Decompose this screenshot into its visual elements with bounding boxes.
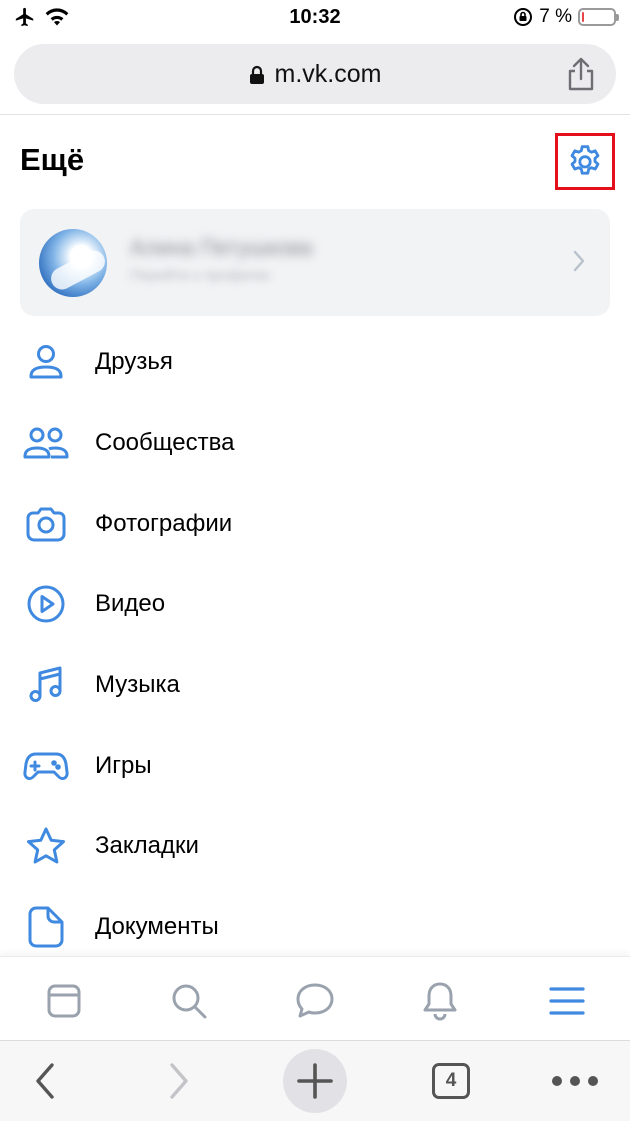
menu-item-friends[interactable]: Друзья — [0, 322, 630, 403]
menu-item-label: Сообщества — [95, 429, 235, 457]
gamepad-icon — [22, 742, 70, 790]
battery-fill — [582, 12, 584, 22]
share-icon — [568, 57, 594, 91]
profile-card[interactable]: Алина Петушкова Перейти к профилю — [20, 209, 610, 316]
user-icon — [22, 338, 70, 386]
page-title: Ещё — [20, 142, 85, 177]
menu-item-bookmarks[interactable]: Закладки — [0, 806, 630, 887]
profile-subtitle: Перейти к профилю — [130, 267, 270, 284]
menu-item-label: Фотографии — [95, 509, 233, 537]
browser-toolbar: 4 — [0, 1040, 630, 1121]
music-note-icon — [22, 661, 70, 709]
bell-icon — [423, 982, 457, 1021]
menu-item-label: Музыка — [95, 671, 180, 699]
orientation-lock-icon — [514, 8, 533, 26]
tab-bar — [0, 956, 630, 1040]
status-bar: 10:32 7 % — [0, 0, 630, 36]
search-icon — [172, 984, 207, 1019]
menu-list: Друзья Сообщества Фотографии Видео Музык… — [0, 322, 630, 968]
chat-bubble-icon — [296, 983, 334, 1018]
address-bar[interactable]: m.vk.com — [14, 44, 616, 104]
camera-icon — [22, 500, 70, 548]
menu-item-music[interactable]: Музыка — [0, 645, 630, 726]
menu-item-communities[interactable]: Сообщества — [0, 403, 630, 484]
menu-item-games[interactable]: Игры — [0, 725, 630, 806]
chevron-right-icon — [573, 250, 585, 272]
play-circle-icon — [22, 580, 70, 628]
settings-button[interactable] — [555, 133, 615, 190]
star-icon — [22, 822, 70, 870]
document-icon — [22, 903, 70, 951]
forward-button[interactable] — [164, 1053, 194, 1109]
share-button[interactable] — [564, 56, 598, 92]
menu-item-label: Игры — [95, 751, 152, 779]
status-right: 7 % — [513, 6, 619, 28]
lock-icon — [249, 65, 264, 84]
plus-icon — [297, 1063, 333, 1099]
tabs-button[interactable]: 4 — [431, 1053, 471, 1109]
more-options-button[interactable] — [551, 1053, 599, 1109]
menu-item-label: Друзья — [95, 348, 173, 376]
chevron-left-icon — [36, 1063, 54, 1099]
menu-item-label: Закладки — [95, 832, 199, 860]
menu-item-video[interactable]: Видео — [0, 564, 630, 645]
url-display[interactable]: m.vk.com — [14, 60, 616, 89]
tab-search[interactable] — [167, 979, 211, 1023]
ellipsis-icon — [552, 1076, 598, 1086]
battery-percent: 7 % — [539, 6, 572, 27]
tab-notifications[interactable] — [418, 979, 462, 1023]
url-text: m.vk.com — [274, 60, 382, 88]
users-icon — [22, 419, 70, 467]
menu-item-label: Видео — [95, 590, 166, 618]
new-tab-button[interactable] — [283, 1049, 347, 1113]
avatar — [39, 229, 107, 297]
divider — [0, 114, 630, 115]
battery-icon — [578, 8, 619, 26]
chevron-right-icon — [170, 1063, 188, 1099]
tab-more[interactable] — [545, 979, 589, 1023]
tab-messages[interactable] — [293, 979, 337, 1023]
back-button[interactable] — [30, 1053, 60, 1109]
menu-item-label: Документы — [95, 913, 219, 941]
tabs-count: 4 — [432, 1063, 470, 1099]
menu-icon — [549, 987, 585, 1015]
gear-icon — [570, 144, 600, 175]
tab-news[interactable] — [42, 979, 86, 1023]
newsfeed-icon — [47, 984, 81, 1018]
profile-name: Алина Петушкова — [130, 235, 313, 260]
menu-item-photos[interactable]: Фотографии — [0, 483, 630, 564]
